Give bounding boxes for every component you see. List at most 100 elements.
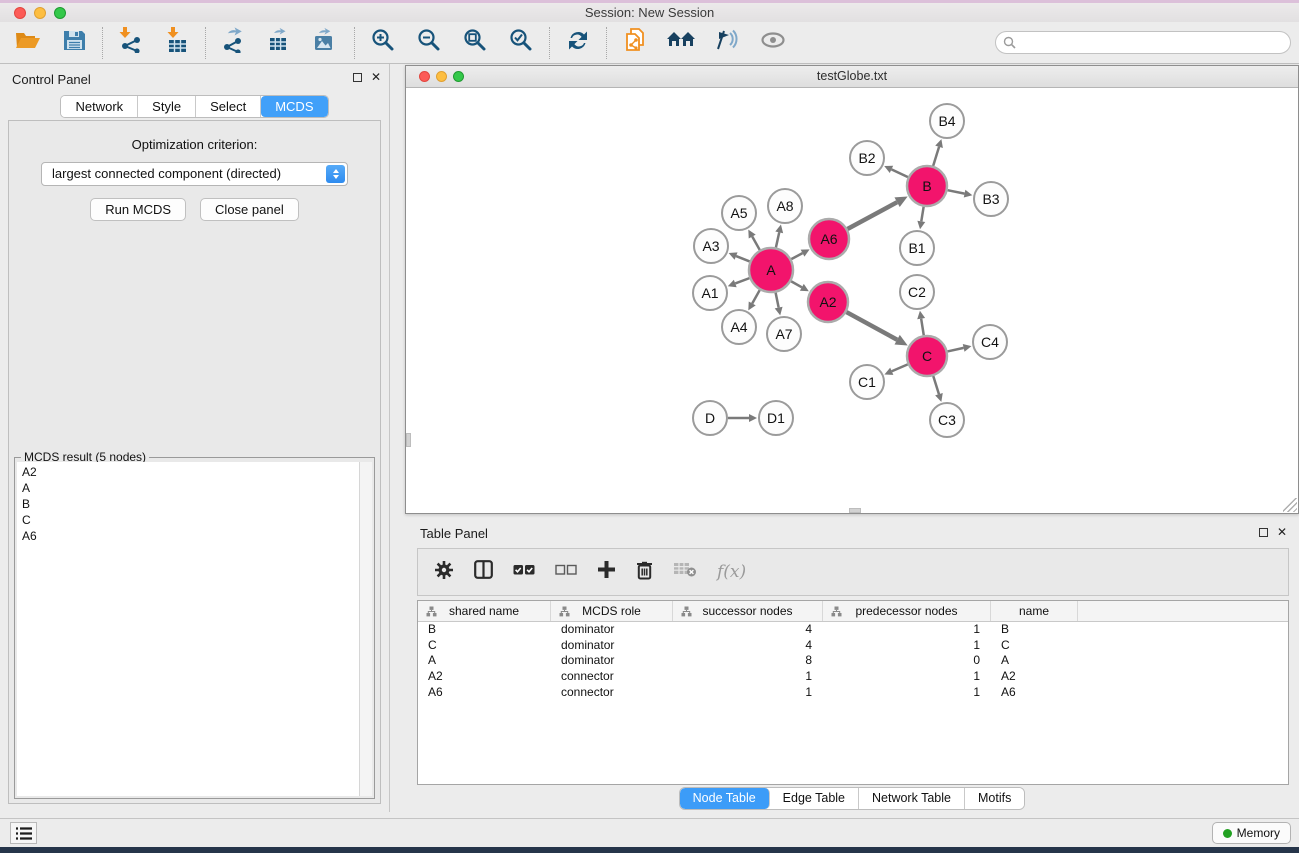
graph-edge-A6-B[interactable] — [847, 202, 897, 229]
delete-button[interactable] — [636, 560, 653, 585]
zoom-in-button[interactable] — [367, 28, 399, 58]
tab-network[interactable]: Network — [61, 96, 138, 117]
zoom-out-button[interactable] — [413, 28, 445, 58]
deselect-all-rows-button[interactable] — [555, 563, 577, 582]
import-table-icon — [165, 27, 189, 58]
tab-node-table[interactable]: Node Table — [680, 788, 770, 809]
float-panel-icon[interactable] — [353, 73, 362, 82]
import-table-button[interactable] — [161, 28, 193, 58]
eye-icon — [760, 31, 786, 54]
save-session-button[interactable] — [58, 28, 90, 58]
task-history-button[interactable] — [10, 822, 37, 844]
minimize-window-button[interactable] — [34, 7, 46, 19]
tab-motifs[interactable]: Motifs — [965, 788, 1024, 809]
column-header-predecessor-nodes[interactable]: predecessor nodes — [823, 601, 991, 621]
graph-edge-A-A5[interactable] — [752, 237, 760, 250]
zoom-in-icon — [371, 28, 395, 57]
mcds-result-item[interactable]: A6 — [22, 528, 354, 544]
search-input[interactable] — [995, 31, 1291, 54]
graph-edge-B-B2[interactable] — [891, 169, 908, 177]
clone-network-button[interactable] — [619, 28, 651, 58]
network-canvas[interactable]: B4B2BB3A8A5A6A3B1AC2A1A2A4A7C4CC1C3DD1 — [406, 88, 1298, 513]
network-minimize-button[interactable] — [436, 71, 447, 82]
memory-button[interactable]: Memory — [1212, 822, 1291, 844]
table-row[interactable]: Adominator80A — [418, 653, 1288, 669]
table-cell: 4 — [673, 638, 823, 654]
table-row[interactable]: Bdominator41B — [418, 622, 1288, 638]
graph-edge-A-A6[interactable] — [791, 253, 802, 259]
tab-select[interactable]: Select — [196, 96, 261, 117]
zoom-fit-icon — [463, 28, 487, 57]
zoom-selected-button[interactable] — [505, 28, 537, 58]
close-panel-icon[interactable]: ✕ — [371, 72, 381, 83]
float-table-panel-icon[interactable] — [1259, 528, 1268, 537]
show-details-button[interactable] — [757, 28, 789, 58]
hide-details-button[interactable] — [711, 28, 743, 58]
table-cell: A — [991, 653, 1078, 669]
network-window-titlebar[interactable]: testGlobe.txt — [406, 66, 1298, 88]
mcds-result-item[interactable]: C — [22, 512, 354, 528]
graph-edge-A2-C[interactable] — [846, 312, 897, 340]
close-panel-button[interactable]: Close panel — [200, 198, 299, 221]
graph-edge-A-A4[interactable] — [752, 290, 760, 303]
mcds-result-item[interactable]: B — [22, 496, 354, 512]
graph-edge-A-A7[interactable] — [776, 293, 779, 308]
graph-edge-C-C1[interactable] — [892, 364, 908, 371]
table-cell: dominator — [551, 622, 673, 638]
tab-style[interactable]: Style — [138, 96, 196, 117]
column-header-shared-name[interactable]: shared name — [418, 601, 551, 621]
close-table-panel-icon[interactable]: ✕ — [1277, 527, 1287, 538]
export-table-button[interactable] — [264, 28, 296, 58]
table-panel: Table Panel ✕ f(x) shared — [405, 520, 1299, 812]
network-zoom-button[interactable] — [453, 71, 464, 82]
split-column-button[interactable] — [474, 560, 493, 584]
tab-edge-table[interactable]: Edge Table — [770, 788, 859, 809]
mcds-result-scrollbar[interactable] — [360, 462, 372, 796]
graph-node-label: A1 — [701, 285, 718, 301]
network-close-button[interactable] — [419, 71, 430, 82]
graph-edge-B-B3[interactable] — [948, 190, 965, 193]
graph-edge-A-A1[interactable] — [735, 278, 749, 283]
column-header-MCDS-role[interactable]: MCDS role — [551, 601, 673, 621]
table-settings-button[interactable] — [434, 560, 454, 585]
column-header-successor-nodes[interactable]: successor nodes — [673, 601, 823, 621]
zoom-window-button[interactable] — [54, 7, 66, 19]
import-network-button[interactable] — [115, 28, 147, 58]
network-vertical-scrollbar[interactable] — [406, 433, 411, 447]
open-session-button[interactable] — [12, 28, 44, 58]
export-image-button[interactable] — [310, 28, 342, 58]
home-button[interactable] — [665, 28, 697, 58]
network-horizontal-scrollbar[interactable] — [849, 508, 861, 513]
graph-edge-A-A3[interactable] — [736, 256, 750, 261]
run-mcds-button[interactable]: Run MCDS — [90, 198, 186, 221]
table-row[interactable]: Cdominator41C — [418, 638, 1288, 654]
delete-column-button[interactable] — [673, 561, 697, 583]
optimization-criterion-select[interactable]: largest connected component (directed) — [41, 162, 348, 186]
mcds-result-item[interactable]: A2 — [22, 464, 354, 480]
close-window-button[interactable] — [14, 7, 26, 19]
table-cell: 1 — [673, 685, 823, 701]
zoom-fit-button[interactable] — [459, 28, 491, 58]
refresh-view-button[interactable] — [562, 28, 594, 58]
graph-edge-C-C2[interactable] — [921, 319, 924, 336]
table-row[interactable]: A2connector11A2 — [418, 669, 1288, 685]
graph-edge-B-B4[interactable] — [933, 147, 939, 166]
select-all-rows-button[interactable] — [513, 563, 535, 582]
export-network-button[interactable] — [218, 28, 250, 58]
apply-function-button[interactable]: f(x) — [717, 562, 746, 582]
graph-edge-A-A2[interactable] — [791, 281, 802, 287]
graph-node-label: C3 — [938, 412, 956, 428]
tab-network-table[interactable]: Network Table — [859, 788, 965, 809]
table-cell: 1 — [823, 685, 991, 701]
graph-edge-C-C3[interactable] — [933, 376, 939, 394]
tab-mcds[interactable]: MCDS — [261, 96, 327, 117]
column-header-name[interactable]: name — [991, 601, 1078, 621]
add-column-button[interactable] — [597, 560, 616, 584]
column-type-icon — [831, 606, 842, 617]
table-row[interactable]: A6connector11A6 — [418, 685, 1288, 701]
mcds-result-item[interactable]: A — [22, 480, 354, 496]
graph-edge-A-A8[interactable] — [776, 232, 779, 247]
window-resize-grip[interactable] — [1283, 498, 1297, 512]
graph-edge-C-C4[interactable] — [947, 348, 963, 352]
graph-edge-B-B1[interactable] — [921, 207, 923, 222]
